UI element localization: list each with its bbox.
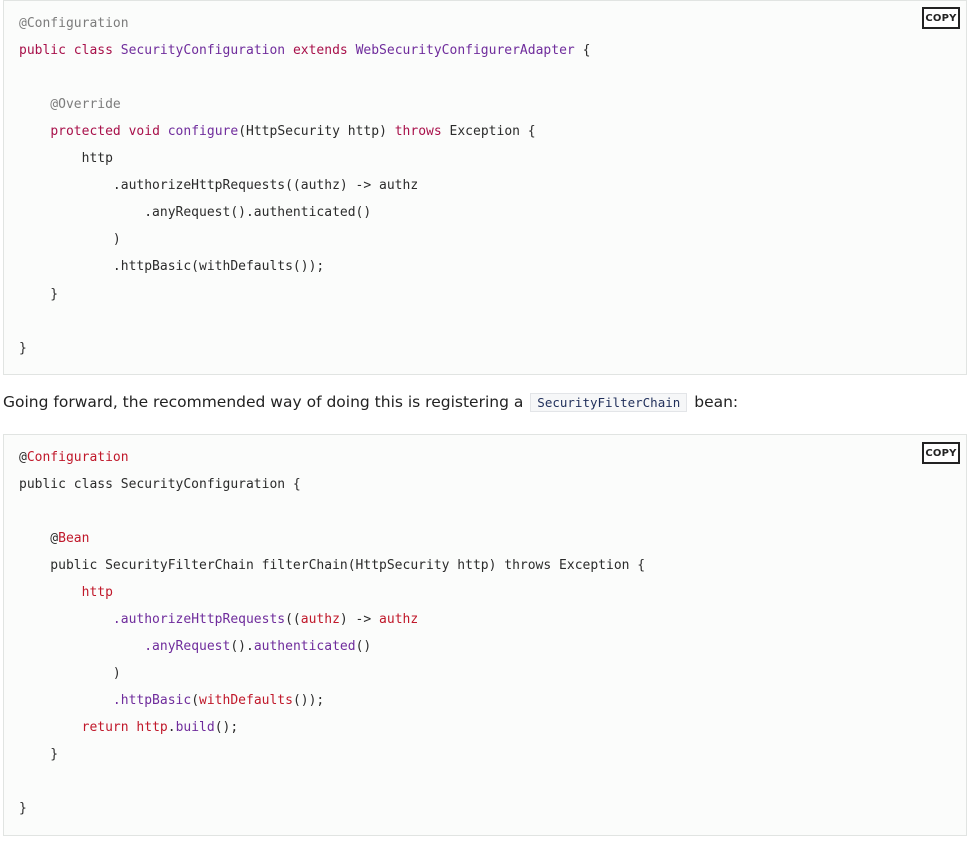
code-line: protected void configure(HttpSecurity ht… bbox=[19, 122, 536, 142]
code-token: .authorizeHttpRequests bbox=[112, 611, 286, 627]
code-token: { bbox=[582, 42, 591, 58]
code-token: (HttpSecurity http) bbox=[238, 123, 395, 139]
code-token: @ bbox=[19, 449, 27, 465]
code-token: @Override bbox=[19, 96, 121, 112]
code-line: @Override bbox=[19, 95, 121, 115]
code-line: .authorizeHttpRequests((authz) -> authz bbox=[19, 610, 418, 630]
code-token: authz bbox=[300, 611, 340, 627]
explanation-paragraph: Going forward, the recommended way of do… bbox=[3, 389, 738, 415]
explanation-text-before: Going forward, the recommended way of do… bbox=[3, 393, 524, 411]
code-token: http bbox=[19, 151, 113, 166]
code-token: } bbox=[19, 340, 27, 356]
code-token: http bbox=[81, 584, 113, 600]
code-token: class bbox=[73, 42, 113, 58]
code-token: . bbox=[167, 719, 176, 735]
code-token: @ bbox=[19, 530, 59, 546]
code-token: http bbox=[136, 719, 168, 735]
explanation-text-after: bean: bbox=[694, 393, 739, 411]
code-token: } bbox=[19, 800, 27, 816]
code-token: () bbox=[355, 638, 372, 654]
code-token: public bbox=[19, 42, 66, 58]
code-token: ) bbox=[19, 232, 121, 248]
code-token: Configuration bbox=[26, 449, 129, 465]
code-token: configure bbox=[159, 123, 239, 139]
copy-button[interactable]: COPY bbox=[922, 7, 960, 29]
code-line: ) bbox=[19, 230, 121, 250]
code-token: .httpBasic(withDefaults()); bbox=[19, 259, 325, 275]
code-line: .authorizeHttpRequests((authz) -> authz bbox=[19, 176, 418, 196]
code-line: .anyRequest().authenticated() bbox=[19, 203, 371, 223]
code-line: } bbox=[19, 285, 58, 305]
inline-code-securityfilterchain: SecurityFilterChain bbox=[530, 393, 688, 412]
code-line: } bbox=[19, 339, 27, 359]
code-token: (); bbox=[214, 719, 239, 735]
code-token: Exception { bbox=[441, 123, 536, 139]
code-line: .httpBasic(withDefaults()); bbox=[19, 691, 324, 711]
code-line: @Bean bbox=[19, 529, 89, 549]
code-token: withDefaults bbox=[199, 692, 293, 708]
code-line: } bbox=[19, 799, 27, 819]
code-token: void bbox=[128, 123, 160, 139]
code-line: public SecurityFilterChain filterChain(H… bbox=[19, 556, 645, 576]
code-token: ) bbox=[19, 665, 121, 681]
copy-button[interactable]: COPY bbox=[922, 442, 960, 464]
code-token: .anyRequest bbox=[144, 638, 231, 654]
code-token: .httpBasic bbox=[112, 692, 192, 708]
code-line: ) bbox=[19, 664, 121, 684]
code-line: public class SecurityConfiguration { bbox=[19, 475, 301, 495]
code-block-filterchain-configuration: COPY @Configuration public class Security… bbox=[3, 434, 967, 836]
code-token: (). bbox=[230, 638, 254, 654]
code-token: ( bbox=[191, 692, 200, 708]
code-line: return http.build(); bbox=[19, 718, 239, 738]
code-token: authz bbox=[379, 611, 419, 627]
code-token: extends bbox=[292, 42, 348, 58]
code-line: public class SecurityConfiguration exten… bbox=[19, 41, 590, 61]
code-token: SecurityConfiguration bbox=[112, 42, 293, 58]
code-token: ) -> bbox=[339, 611, 380, 627]
code-line: http bbox=[19, 583, 113, 603]
code-token: @Configuration bbox=[19, 15, 129, 31]
code-line: @Configuration bbox=[19, 448, 129, 468]
code-line: .httpBasic(withDefaults()); bbox=[19, 257, 324, 277]
code-token: ()); bbox=[292, 692, 325, 708]
code-token: Bean bbox=[58, 530, 90, 546]
code-line: .anyRequest().authenticated() bbox=[19, 637, 371, 657]
code-token: build bbox=[175, 719, 215, 735]
code-token: } bbox=[19, 746, 59, 762]
code-token: .anyRequest().authenticated() bbox=[19, 205, 372, 221]
code-line: @Configuration bbox=[19, 14, 129, 34]
code-block-legacy-configuration: COPY @Configuration public class Security… bbox=[3, 0, 967, 375]
code-token: (( bbox=[285, 611, 301, 627]
code-token: return bbox=[81, 719, 129, 735]
code-token: WebSecurityConfigurerAdapter bbox=[347, 42, 583, 58]
code-token: authenticated bbox=[253, 638, 356, 654]
code-token: protected bbox=[50, 123, 121, 139]
code-token: .authorizeHttpRequests((authz) -> authz bbox=[19, 178, 419, 194]
code-token: throws bbox=[394, 123, 442, 139]
code-token: public SecurityFilterChain filterChain(H… bbox=[19, 557, 646, 573]
code-line: } bbox=[19, 745, 58, 765]
code-token: } bbox=[19, 286, 59, 302]
code-line: http bbox=[19, 149, 113, 169]
code-token: public class SecurityConfiguration { bbox=[19, 476, 301, 492]
